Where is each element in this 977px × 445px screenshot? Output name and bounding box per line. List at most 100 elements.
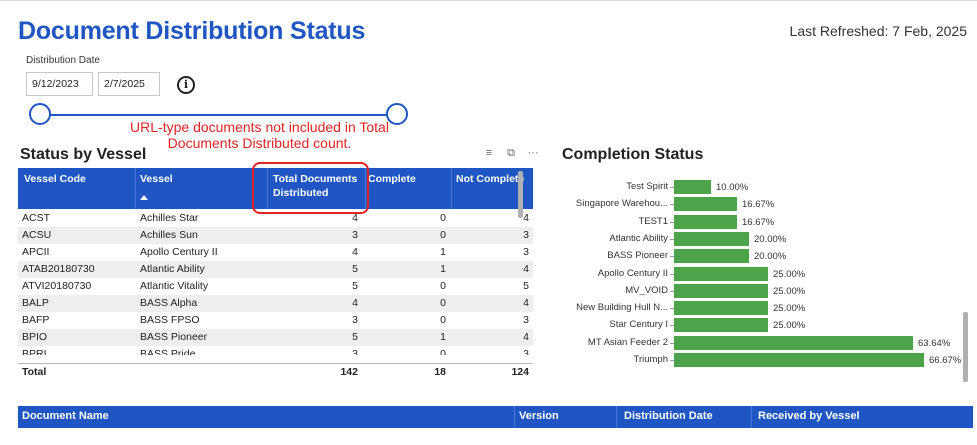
column-header-vessel-code[interactable]: Vessel Code <box>24 172 86 186</box>
table-row[interactable]: BAFP BASS FPSO 3 0 3 <box>18 312 533 329</box>
column-header-complete[interactable]: Complete <box>368 172 416 186</box>
complete-cell: 0 <box>440 229 446 241</box>
not-complete-cell: 3 <box>523 348 529 355</box>
completion-bar[interactable] <box>674 231 749 246</box>
vessel-code-cell: ACST <box>22 212 51 224</box>
vessel-name-cell: Achilles Sun <box>140 229 198 241</box>
completion-bar[interactable] <box>674 353 924 367</box>
focus-mode-icon[interactable]: ⧉ <box>505 147 517 160</box>
vessel-name-cell: BASS Alpha <box>140 297 198 309</box>
table-row[interactable]: ATAB20180730 Atlantic Ability 5 1 4 <box>18 261 533 278</box>
column-divider[interactable] <box>751 406 752 428</box>
completion-bar[interactable] <box>674 301 768 316</box>
completion-bar[interactable] <box>674 180 711 194</box>
column-divider[interactable] <box>616 406 617 428</box>
bar-category-label: New Building Hull N... <box>576 302 668 314</box>
start-date-input[interactable]: 9/12/2023 <box>26 72 93 96</box>
bar-category-label: BASS Pioneer <box>607 250 668 262</box>
total-documents-cell: 4 <box>352 246 358 258</box>
table-row[interactable]: BPIO BASS Pioneer 5 1 4 <box>18 329 533 346</box>
total-documents-cell: 5 <box>352 280 358 292</box>
bar-category-label: MV_VOID <box>625 284 668 296</box>
bar-category-label: Star Century I <box>609 319 668 331</box>
last-refreshed-label: Last Refreshed: 7 Feb, 2025 <box>789 23 967 39</box>
table-total-row: Total 142 18 124 <box>18 363 533 380</box>
total-documents-cell: 3 <box>352 229 358 241</box>
column-divider[interactable] <box>514 406 515 428</box>
vessel-code-cell: BALP <box>22 297 49 309</box>
not-complete-cell: 4 <box>523 263 529 275</box>
sort-ascending-icon <box>140 195 148 200</box>
column-header-distribution-date[interactable]: Distribution Date <box>624 410 713 422</box>
bar-value-label: 25.00% <box>773 303 806 315</box>
bar-category-label: Apollo Century II <box>597 267 668 279</box>
end-date-input[interactable]: 2/7/2025 <box>98 72 160 96</box>
vessel-name-cell: BASS Pioneer <box>140 331 208 343</box>
total-label: Total <box>22 366 47 378</box>
column-divider[interactable] <box>135 168 136 209</box>
completion-status-title: Completion Status <box>562 146 704 163</box>
info-icon[interactable]: i <box>177 76 195 94</box>
completion-bar[interactable] <box>674 318 768 333</box>
not-complete-cell: 4 <box>523 297 529 309</box>
top-divider <box>0 0 977 1</box>
column-header-received-by-vessel[interactable]: Received by Vessel <box>758 410 860 422</box>
table-row[interactable]: APCII Apollo Century II 4 1 3 <box>18 244 533 261</box>
bar-value-label: 25.00% <box>773 320 806 332</box>
complete-cell: 0 <box>440 297 446 309</box>
not-complete-cell: 3 <box>523 246 529 258</box>
vessel-code-cell: APCII <box>22 246 50 258</box>
bar-value-label: 16.67% <box>742 216 775 228</box>
bar-value-label: 63.64% <box>918 337 951 349</box>
not-complete-cell: 3 <box>523 314 529 326</box>
filter-icon[interactable]: ≡ <box>483 147 495 160</box>
vessel-name-cell: Apollo Century II <box>140 246 218 258</box>
status-by-vessel-title: Status by Vessel <box>20 146 147 163</box>
table-row[interactable]: BPRI BASS Pride 3 0 3 <box>18 346 533 355</box>
vessel-code-cell: ATVI20180730 <box>22 280 92 292</box>
vessel-code-cell: ATAB20180730 <box>22 263 95 275</box>
table-row[interactable]: ATVI20180730 Atlantic Vitality 5 0 5 <box>18 278 533 295</box>
vessel-name-cell: Achilles Star <box>140 212 199 224</box>
complete-cell: 0 <box>440 348 446 355</box>
table-row[interactable]: BALP BASS Alpha 4 0 4 <box>18 295 533 312</box>
bar-value-label: 20.00% <box>754 233 787 245</box>
total-documents-cell: 5 <box>352 263 358 275</box>
date-slider-track[interactable] <box>42 114 397 116</box>
table-scrollbar[interactable] <box>518 171 523 218</box>
completion-bar[interactable] <box>674 266 768 281</box>
completion-bar[interactable] <box>674 249 749 264</box>
bar-value-label: 66.67% <box>929 355 962 366</box>
url-documents-note: URL-type documents not included in Total… <box>130 119 389 151</box>
complete-cell: 0 <box>440 314 446 326</box>
vessel-code-cell: BAFP <box>22 314 50 326</box>
column-header-version[interactable]: Version <box>519 410 559 422</box>
column-header-vessel[interactable]: Vessel <box>140 172 173 186</box>
bar-value-label: 10.00% <box>716 182 749 193</box>
vessel-code-cell: BPRI <box>22 348 47 355</box>
column-header-not-complete[interactable]: Not Complete <box>456 172 524 186</box>
complete-cell: 1 <box>440 246 446 258</box>
bar-category-label: MT Asian Feeder 2 <box>587 336 668 348</box>
completion-bar[interactable] <box>674 197 737 212</box>
column-header-document-name[interactable]: Document Name <box>22 410 109 422</box>
vessel-name-cell: Atlantic Vitality <box>140 280 209 292</box>
table-row[interactable]: ACSU Achilles Sun 3 0 3 <box>18 227 533 244</box>
chart-scrollbar[interactable] <box>963 312 968 382</box>
vessel-name-cell: BASS FPSO <box>140 314 200 326</box>
bar-value-label: 20.00% <box>754 251 787 263</box>
bar-category-label: Test Spirit <box>626 181 668 192</box>
date-slider-start-handle[interactable] <box>29 103 51 125</box>
completion-bar[interactable] <box>674 214 737 229</box>
total-complete-sum: 18 <box>434 366 446 378</box>
document-table-header: Document Name Version Distribution Date … <box>18 406 973 428</box>
total-documents-sum: 142 <box>340 366 358 378</box>
distribution-date-label: Distribution Date <box>26 55 100 66</box>
more-options-icon[interactable]: ··· <box>527 147 539 160</box>
completion-bar[interactable] <box>674 283 768 298</box>
not-complete-cell: 5 <box>523 280 529 292</box>
not-complete-cell: 4 <box>523 212 529 224</box>
completion-bar[interactable] <box>674 335 913 350</box>
column-divider[interactable] <box>451 168 452 209</box>
visual-toolbar: ≡ ⧉ ··· <box>483 147 539 160</box>
